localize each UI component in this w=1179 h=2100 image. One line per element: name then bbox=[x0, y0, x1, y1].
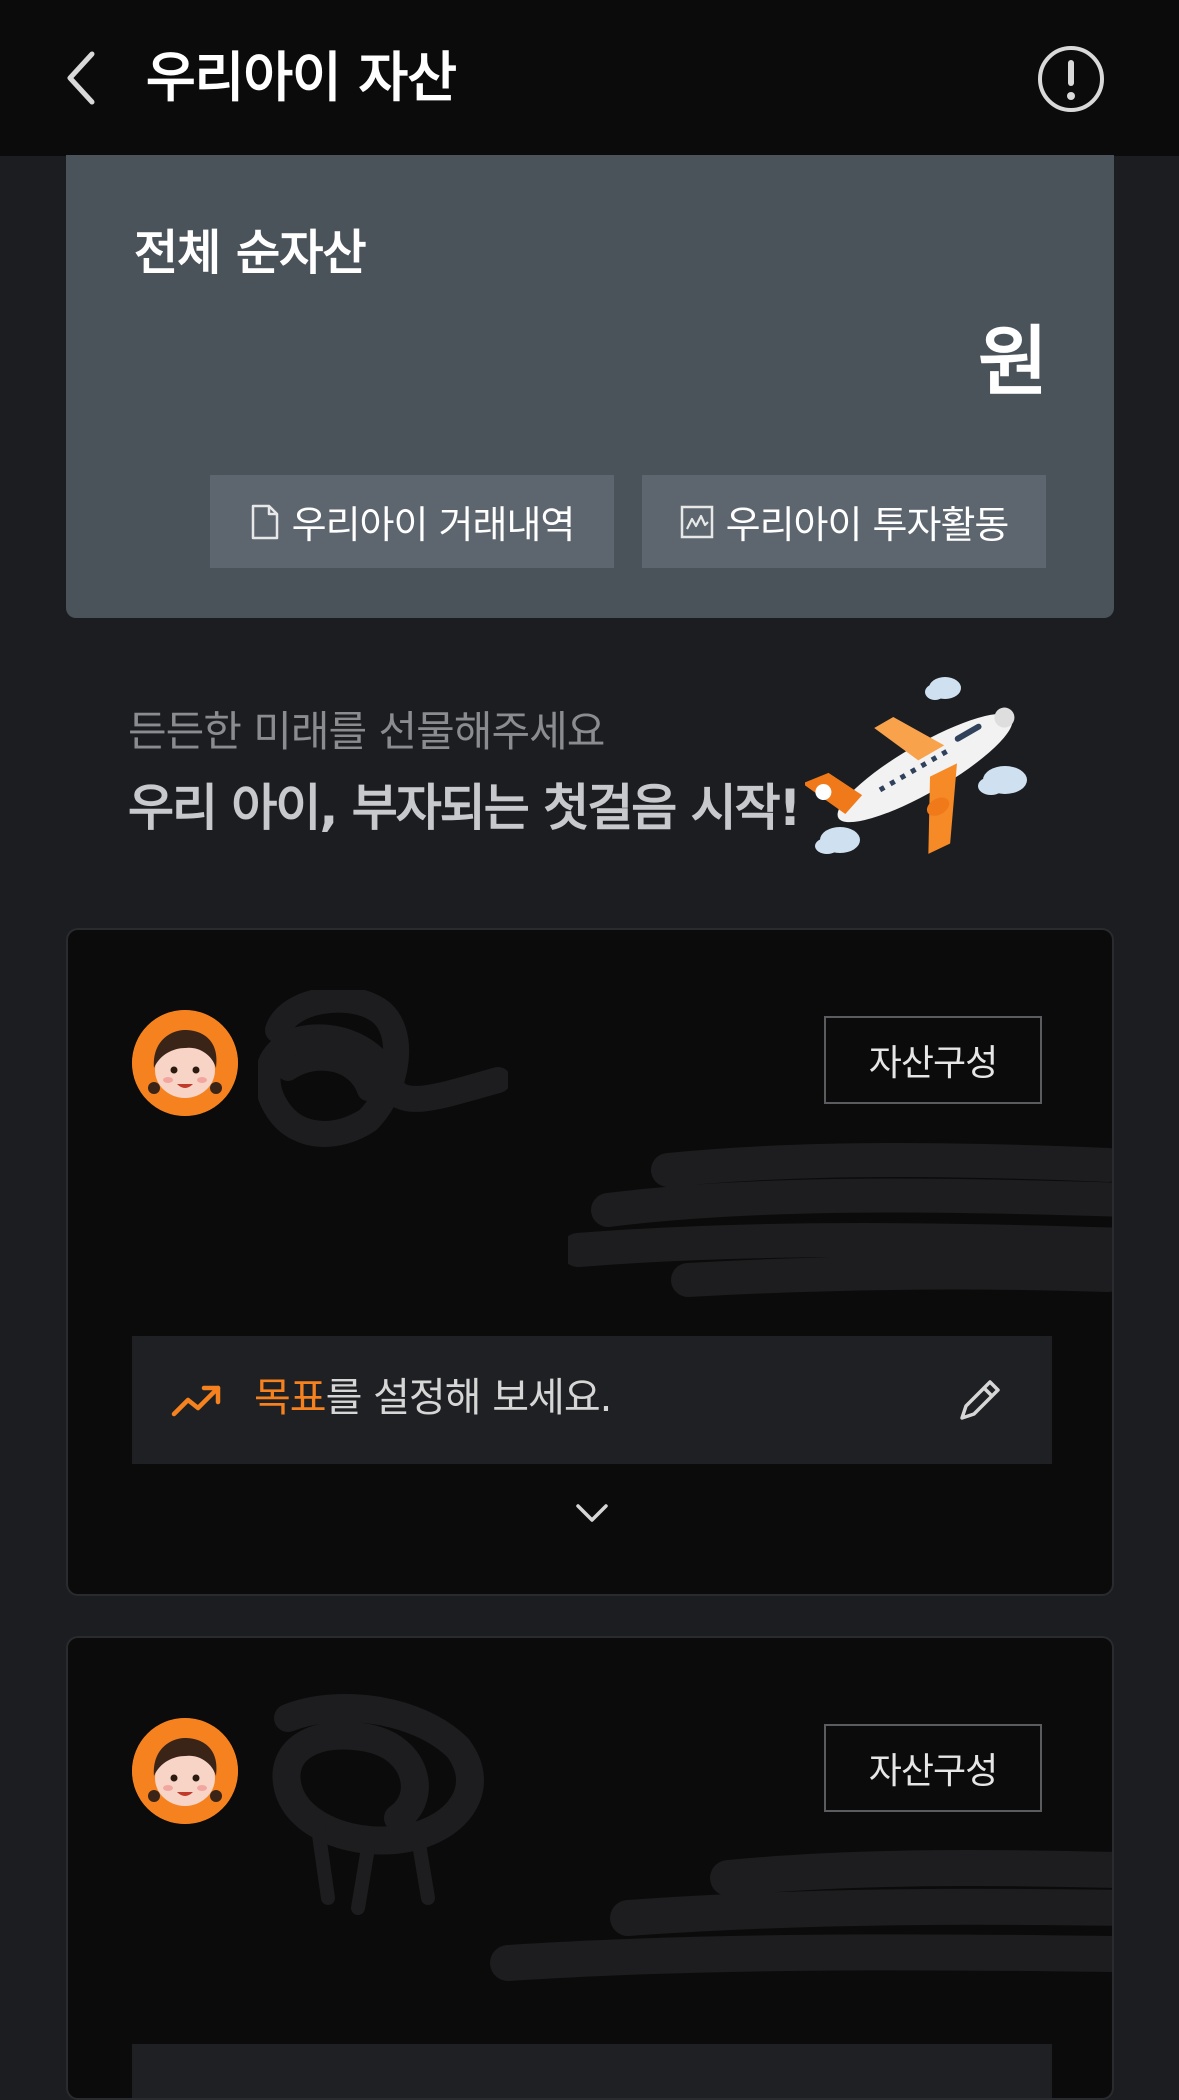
child-avatar bbox=[132, 1718, 238, 1824]
goal-prompt-rest: 를 설정해 보세요. bbox=[325, 1375, 613, 1421]
chevron-left-icon bbox=[67, 51, 95, 105]
app-header: 우리아이 자산 bbox=[0, 0, 1179, 156]
redacted-amount bbox=[568, 1143, 1112, 1297]
document-icon bbox=[251, 504, 278, 539]
redacted-amount bbox=[490, 1850, 1112, 1981]
child-asset-card: 자산구성 bbox=[66, 1636, 1114, 2100]
chart-icon bbox=[680, 505, 713, 538]
trending-up-icon bbox=[171, 1385, 221, 1417]
asset-composition-button[interactable]: 자산구성 bbox=[824, 1724, 1042, 1812]
goal-setting-bar[interactable]: 목표를 설정해 보세요. bbox=[132, 1336, 1052, 1464]
promo-subtitle: 든든한 미래를 선물해주세요 bbox=[128, 707, 605, 756]
child-asset-card: 자산구성 목표를 설정해 보세요. bbox=[66, 928, 1114, 1596]
redacted-child-name bbox=[258, 990, 508, 1147]
pencil-icon[interactable] bbox=[954, 1374, 1006, 1426]
girl-face-icon bbox=[132, 1010, 238, 1116]
girl-face-icon bbox=[132, 1718, 238, 1824]
currency-unit: 원 bbox=[978, 317, 1048, 406]
net-asset-card: 전체 순자산 원 우리아이 거래내역 우리아이 투자활동 bbox=[66, 155, 1114, 618]
goal-setting-bar[interactable] bbox=[132, 2044, 1052, 2098]
exclamation-circle-icon bbox=[1038, 46, 1104, 112]
info-button[interactable] bbox=[1036, 44, 1106, 114]
goal-prompt-text: 목표를 설정해 보세요. bbox=[254, 1366, 613, 1430]
promo-headline: 우리 아이, 부자되는 첫걸음 시작! bbox=[128, 779, 801, 837]
page-title: 우리아이 자산 bbox=[146, 46, 457, 109]
promo-banner[interactable]: 든든한 미래를 선물해주세요 우리 아이, 부자되는 첫걸음 시작! bbox=[0, 650, 1179, 890]
investment-activity-button[interactable]: 우리아이 투자활동 bbox=[642, 475, 1046, 568]
goal-keyword: 목표 bbox=[254, 1375, 327, 1421]
back-button[interactable] bbox=[44, 40, 120, 116]
net-asset-title: 전체 순자산 bbox=[134, 225, 367, 281]
airplane-illustration bbox=[805, 677, 1027, 854]
child-avatar bbox=[132, 1010, 238, 1116]
net-asset-amount: 원 bbox=[978, 300, 1048, 410]
chevron-down-icon[interactable] bbox=[574, 1498, 610, 1528]
asset-composition-button[interactable]: 자산구성 bbox=[824, 1016, 1042, 1104]
transaction-history-button[interactable]: 우리아이 거래내역 bbox=[210, 475, 614, 568]
investment-activity-label: 우리아이 투자활동 bbox=[725, 503, 1010, 547]
transaction-history-label: 우리아이 거래내역 bbox=[291, 503, 576, 547]
